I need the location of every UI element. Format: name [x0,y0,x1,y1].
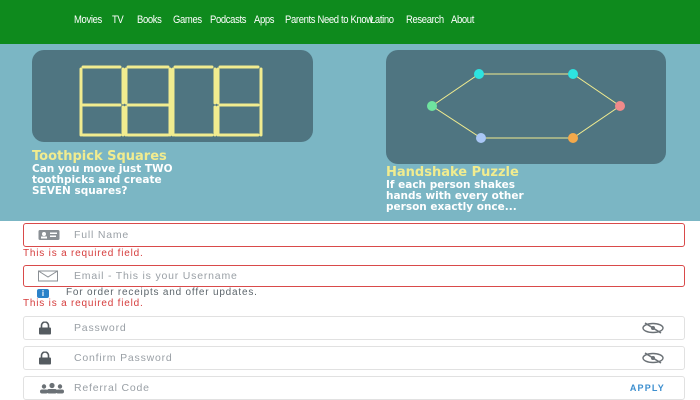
id-card-icon [38,230,60,241]
nav-item-books[interactable]: Books [137,14,162,26]
full-name-field[interactable]: Full Name [23,223,685,247]
password-field[interactable]: Password [23,316,685,340]
nav-item-parents-need-to-know[interactable]: Parents Need to Know [285,14,373,26]
lock-icon [38,351,52,365]
referral-code-field[interactable]: Referral Code APPLY [23,376,685,400]
handshake-octagon-illustration [427,69,625,143]
email-placeholder: Email - This is your Username [74,270,238,282]
handshake-description-line-3: person exactly once... [386,201,517,213]
full-name-placeholder: Full Name [74,229,130,241]
apply-button[interactable]: APPLY [630,383,665,393]
puzzle-banner: Toothpick Squares Can you move just TWO … [0,44,700,221]
nav-item-tv[interactable]: TV [112,14,124,26]
handshake-title[interactable]: Handshake Puzzle [386,165,519,180]
nav-item-games[interactable]: Games [173,14,202,26]
full-name-error: This is a required field. [23,248,144,259]
toothpick-grid-illustration [79,65,263,137]
handshake-card[interactable] [386,50,666,164]
info-icon: i [37,289,49,298]
group-icon [38,382,66,394]
email-error: This is a required field. [23,298,144,309]
top-nav: Movies TV Books Games Podcasts Apps Pare… [0,0,700,44]
page: Movies TV Books Games Podcasts Apps Pare… [0,0,700,400]
eye-slash-icon[interactable] [642,322,664,334]
envelope-icon [38,270,58,282]
nav-item-apps[interactable]: Apps [254,14,275,26]
nav-item-research[interactable]: Research [406,14,444,26]
nav-item-latino[interactable]: Latino [370,14,394,26]
confirm-password-field[interactable]: Confirm Password [23,346,685,370]
nav-item-podcasts[interactable]: Podcasts [210,14,247,26]
email-hint: For order receipts and offer updates. [66,287,258,298]
toothpick-description-line-3: SEVEN squares? [32,185,128,197]
confirm-password-placeholder: Confirm Password [74,352,173,364]
toothpick-card[interactable] [32,50,313,142]
password-placeholder: Password [74,322,127,334]
lock-icon [38,321,52,335]
email-field[interactable]: Email - This is your Username [23,265,685,287]
eye-slash-icon[interactable] [642,352,664,364]
referral-code-placeholder: Referral Code [74,382,150,394]
nav-item-about[interactable]: About [451,14,474,26]
toothpick-title[interactable]: Toothpick Squares [32,149,167,164]
nav-item-movies[interactable]: Movies [74,14,102,26]
